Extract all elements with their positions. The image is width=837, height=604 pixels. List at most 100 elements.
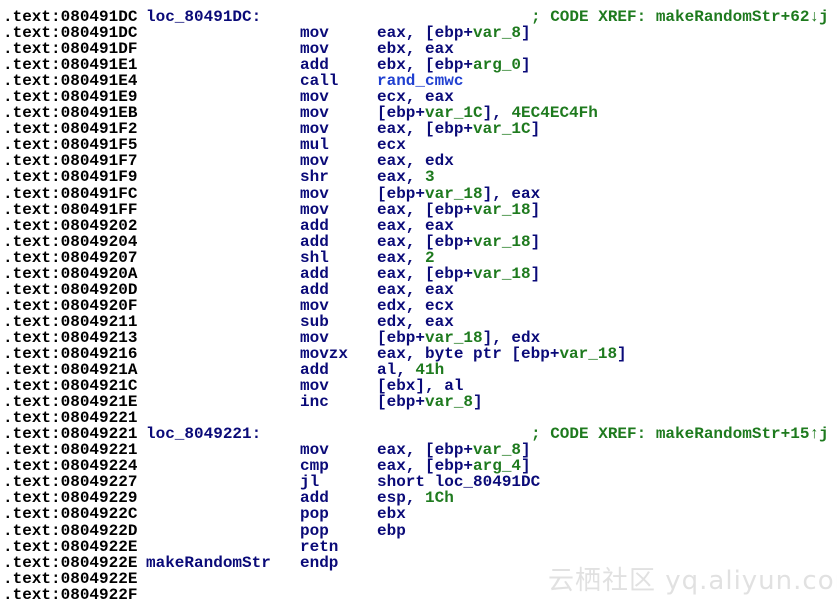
mnemonic: mov bbox=[300, 377, 329, 396]
address: .text:080491FF bbox=[3, 200, 138, 219]
mnemonic: mov bbox=[300, 296, 329, 315]
address: .text:08049221 bbox=[3, 441, 138, 460]
address: .text:0804920D bbox=[3, 280, 138, 299]
mnemonic: add bbox=[300, 264, 329, 283]
address: .text:0804922E bbox=[3, 569, 138, 588]
mnemonic: mul bbox=[300, 136, 329, 155]
operand-name: var_18 bbox=[473, 264, 531, 283]
operand-text: ] bbox=[617, 344, 627, 363]
address: .text:0804922C bbox=[3, 505, 138, 524]
mnemonic: movzx bbox=[300, 344, 349, 363]
address: .text:080491E1 bbox=[3, 56, 138, 75]
mnemonic: sub bbox=[300, 312, 329, 331]
mnemonic: mov bbox=[300, 200, 329, 219]
mnemonic: call bbox=[300, 72, 339, 91]
mnemonic: mov bbox=[300, 441, 329, 460]
operands: esp, 1Ch bbox=[377, 490, 454, 506]
operands: eax, [ebp+var_1C] bbox=[377, 121, 540, 137]
operands: [ebp+var_1C], 4EC4EC4Fh bbox=[377, 105, 598, 121]
mnemonic: endp bbox=[300, 553, 339, 572]
address: .text:08049202 bbox=[3, 216, 138, 235]
operands: eax, 2 bbox=[377, 250, 435, 266]
operand-text: ] bbox=[521, 24, 531, 43]
address: .text:080491F5 bbox=[3, 136, 138, 155]
mnemonic: pop bbox=[300, 521, 329, 540]
operands: ebx bbox=[377, 506, 406, 522]
address: .text:080491F7 bbox=[3, 152, 138, 171]
mnemonic: add bbox=[300, 489, 329, 508]
operands: eax, [ebp+var_18] bbox=[377, 234, 540, 250]
watermark: 云栖社区 yq.aliyun.com bbox=[548, 566, 837, 596]
operand-text: ] bbox=[530, 232, 541, 251]
address: .text:080491DF bbox=[3, 40, 138, 59]
operands: eax, [ebp+var_8] bbox=[377, 442, 531, 458]
operands: eax, [ebp+arg_4] bbox=[377, 458, 531, 474]
code-label[interactable]: loc_80491DC: bbox=[146, 9, 261, 25]
operands: eax, [ebp+var_18] bbox=[377, 202, 540, 218]
address: .text:080491F2 bbox=[3, 120, 138, 139]
operands: [ebx], al bbox=[377, 378, 463, 394]
mnemonic: retn bbox=[300, 537, 339, 556]
operand-text: [ebp+ bbox=[377, 393, 426, 412]
operand-text: ] bbox=[530, 200, 541, 219]
operand-name: var_8 bbox=[425, 393, 474, 412]
operands: eax, eax bbox=[377, 218, 454, 234]
mnemonic: add bbox=[300, 56, 329, 75]
address: .text:080491F9 bbox=[3, 168, 138, 187]
address: .text:080491EB bbox=[3, 104, 138, 123]
operands: eax, byte ptr [ebp+var_18] bbox=[377, 346, 627, 362]
address: .text:08049207 bbox=[3, 248, 138, 267]
operand-name: var_1C bbox=[473, 120, 531, 139]
mnemonic: mov bbox=[300, 40, 329, 59]
address: .text:08049216 bbox=[3, 344, 138, 363]
address: .text:0804922E bbox=[3, 553, 138, 572]
operand-name: var_18 bbox=[559, 344, 618, 363]
operands: ebx, eax bbox=[377, 41, 454, 57]
address: .text:080491E9 bbox=[3, 88, 138, 107]
mnemonic: inc bbox=[300, 393, 329, 412]
address: .text:0804922D bbox=[3, 521, 138, 540]
mnemonic: add bbox=[300, 361, 329, 380]
operands: ebp bbox=[377, 521, 406, 540]
operands: ecx, eax bbox=[377, 89, 454, 105]
address: .text:0804922E bbox=[3, 537, 138, 556]
operands: eax, eax bbox=[377, 282, 454, 298]
mnemonic: mov bbox=[300, 120, 329, 139]
mnemonic: add bbox=[300, 280, 329, 299]
address: .text:08049213 bbox=[3, 328, 138, 347]
xref-comment[interactable]: ; CODE XREF: makeRandomStr+62↓j bbox=[531, 9, 829, 25]
operands: eax, 3 bbox=[377, 169, 435, 185]
address: .text:0804921A bbox=[3, 361, 138, 380]
operands: [ebp+var_8] bbox=[377, 394, 483, 410]
operand-text: ebp bbox=[377, 521, 406, 540]
address: .text:08049221 bbox=[3, 409, 138, 428]
address: .text:0804920A bbox=[3, 264, 138, 283]
operand-text: ] bbox=[530, 264, 541, 283]
operands: edx, ecx bbox=[377, 298, 454, 314]
operands: edx, eax bbox=[377, 314, 454, 330]
address: .text:08049211 bbox=[3, 312, 138, 331]
operands: al, 41h bbox=[377, 362, 444, 378]
address: .text:080491E4 bbox=[3, 72, 138, 91]
operands: ebx, [ebp+arg_0] bbox=[377, 57, 531, 73]
xref-comment[interactable]: ; CODE XREF: makeRandomStr+15↑j bbox=[531, 426, 829, 442]
code-label[interactable]: makeRandomStr bbox=[146, 555, 271, 571]
mnemonic: add bbox=[300, 216, 329, 235]
mnemonic: mov bbox=[300, 104, 329, 123]
operand-text: ] bbox=[473, 393, 483, 412]
address: .text:080491DC bbox=[3, 8, 138, 26]
operand-name: var_8 bbox=[473, 24, 522, 43]
address: .text:08049224 bbox=[3, 457, 138, 476]
address: .text:08049229 bbox=[3, 489, 138, 508]
operands: ecx bbox=[377, 137, 406, 153]
code-label[interactable]: loc_8049221: bbox=[146, 426, 261, 442]
operand-text: ] bbox=[530, 120, 541, 139]
mnemonic: mov bbox=[300, 328, 329, 347]
operand-name: arg_0 bbox=[473, 56, 522, 75]
operands: eax, edx bbox=[377, 153, 454, 169]
operand-name: var_18 bbox=[473, 200, 531, 219]
operand-name: var_18 bbox=[473, 232, 531, 251]
address: .text:0804920F bbox=[3, 296, 138, 315]
operands: [ebp+var_18], edx bbox=[377, 330, 540, 346]
mnemonic: mov bbox=[300, 152, 329, 171]
